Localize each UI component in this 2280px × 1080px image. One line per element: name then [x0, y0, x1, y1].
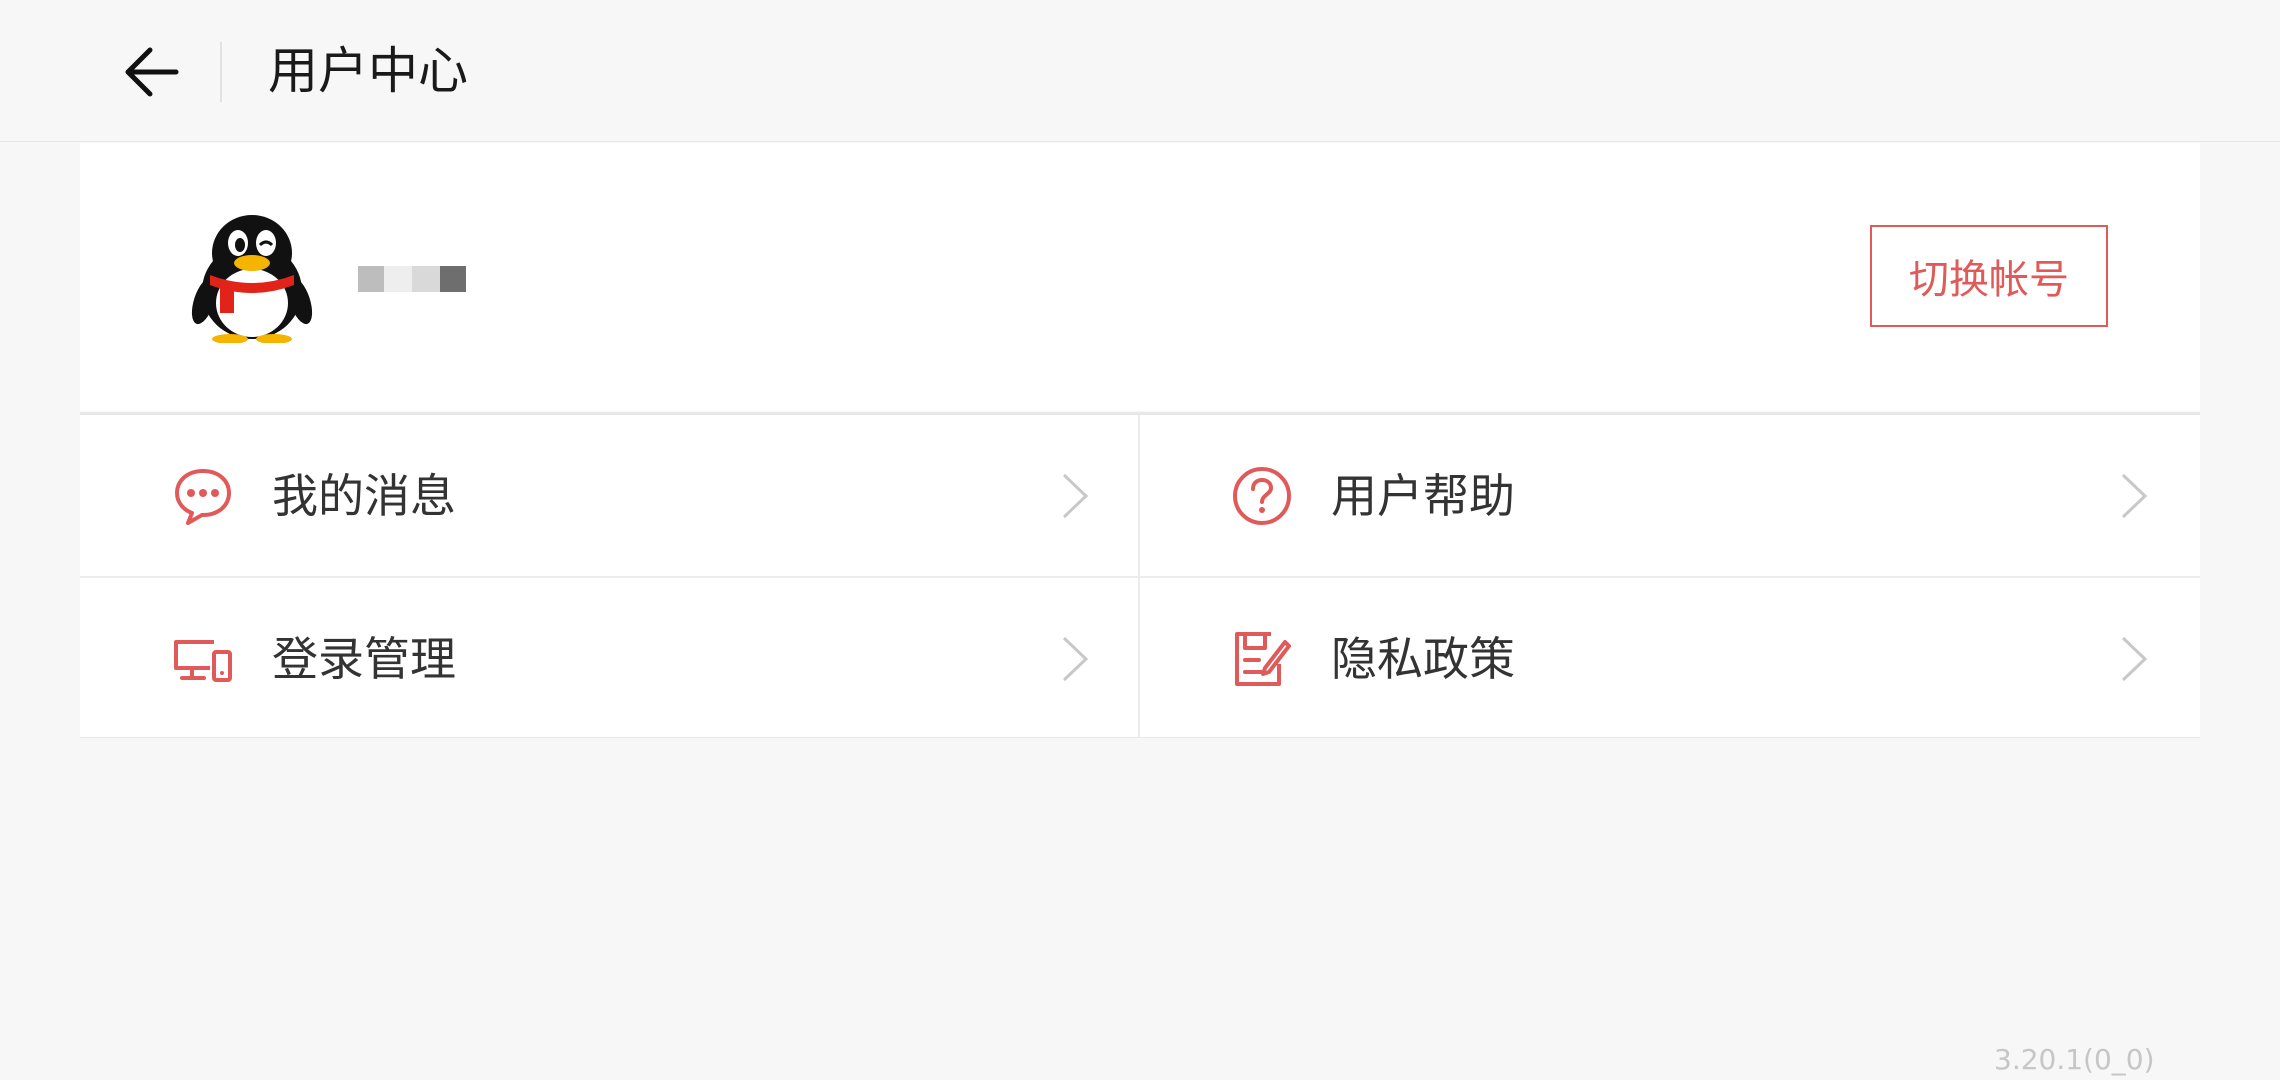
- chevron-right-icon: [1062, 473, 1089, 519]
- mask-block: [384, 266, 412, 292]
- message-bubble-icon: [175, 469, 231, 525]
- header-divider: [220, 42, 222, 102]
- question-circle-icon: [1233, 467, 1291, 525]
- chevron-right-icon: [1062, 636, 1089, 682]
- avatar[interactable]: [190, 213, 314, 344]
- chevron-right-icon: [2121, 636, 2148, 682]
- profile-card: 切换帐号: [80, 143, 2200, 411]
- arrow-left-icon: [125, 47, 179, 97]
- devices-icon: [174, 640, 232, 682]
- menu-label: 登录管理: [272, 632, 456, 686]
- username-masked: [358, 259, 472, 299]
- mask-block: [358, 266, 384, 292]
- menu-item-login-management[interactable]: 登录管理: [80, 578, 1138, 738]
- qq-penguin-avatar-icon: [191, 215, 313, 344]
- switch-account-button[interactable]: 切换帐号: [1870, 225, 2108, 327]
- mask-block: [440, 266, 466, 292]
- privacy-document-icon: [1235, 632, 1291, 686]
- top-bar: 用户中心: [0, 0, 2280, 142]
- menu-label: 我的消息: [272, 469, 456, 523]
- menu-item-privacy-policy[interactable]: 隐私政策: [1139, 578, 2197, 738]
- menu-grid: 我的消息 用户帮助 登录管理 隐私政策: [80, 412, 2200, 738]
- back-button[interactable]: [108, 34, 192, 110]
- page-title: 用户中心: [268, 42, 468, 100]
- mask-block: [412, 266, 440, 292]
- menu-item-my-messages[interactable]: 我的消息: [80, 415, 1138, 575]
- menu-label: 隐私政策: [1331, 632, 1515, 686]
- version-label: 3.20.1(0_0): [1994, 1043, 2155, 1076]
- menu-item-user-help[interactable]: 用户帮助: [1139, 415, 2197, 575]
- chevron-right-icon: [2121, 473, 2148, 519]
- menu-label: 用户帮助: [1331, 469, 1515, 523]
